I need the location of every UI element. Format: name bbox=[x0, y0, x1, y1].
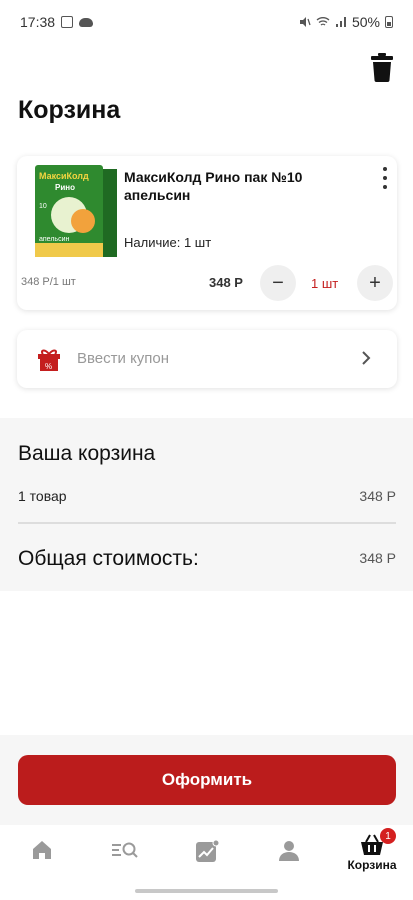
checkout-panel: Оформить bbox=[0, 735, 413, 825]
product-flavor: апельсин bbox=[39, 236, 69, 243]
summary-title: Ваша корзина bbox=[18, 442, 156, 465]
chevron-right-icon bbox=[362, 351, 371, 365]
product-pack-count: 10 bbox=[39, 203, 47, 210]
battery-icon bbox=[385, 16, 393, 28]
unit-price: 348 Р/1 шт bbox=[21, 276, 76, 288]
trash-icon[interactable] bbox=[369, 52, 395, 82]
decrease-quantity-button[interactable]: − bbox=[260, 265, 296, 301]
line-price: 348 Р bbox=[209, 275, 243, 290]
gift-icon: % bbox=[38, 349, 60, 371]
status-time: 17:38 bbox=[20, 14, 56, 30]
coupon-button[interactable]: % Ввести купон bbox=[17, 330, 397, 388]
checkout-button[interactable]: Оформить bbox=[18, 755, 396, 805]
wifi-icon bbox=[316, 17, 330, 26]
mute-icon bbox=[299, 17, 311, 27]
product-image: МаксиКолд Рино 10 апельсин bbox=[35, 165, 117, 257]
home-icon bbox=[33, 841, 51, 859]
status-bar: 17:38 50% bbox=[0, 0, 413, 44]
summary-items-price: 348 Р bbox=[359, 488, 396, 504]
nav-cart-label: Корзина bbox=[347, 858, 397, 872]
page-title: Корзина bbox=[18, 96, 121, 124]
increase-quantity-button[interactable]: + bbox=[357, 265, 393, 301]
home-indicator[interactable] bbox=[135, 889, 278, 893]
summary-divider bbox=[18, 522, 396, 524]
product-sub: Рино bbox=[55, 183, 75, 192]
signal-icon bbox=[335, 17, 346, 27]
bottom-nav: 1 Корзина bbox=[0, 825, 413, 885]
svg-text:%: % bbox=[45, 362, 52, 371]
quantity-value: 1 шт bbox=[311, 276, 339, 291]
battery-percent: 50% bbox=[351, 14, 380, 30]
catalog-search-icon bbox=[112, 842, 138, 858]
cart-summary: Ваша корзина 1 товар 348 Р Общая стоимос… bbox=[0, 418, 413, 591]
product-name[interactable]: МаксиКолд Рино пак №10 апельсин bbox=[124, 168, 354, 204]
product-stock: Наличие: 1 шт bbox=[124, 235, 212, 250]
nav-cart[interactable]: 1 Корзина bbox=[337, 828, 407, 873]
trend-icon bbox=[196, 839, 220, 862]
product-brand: МаксиКолд bbox=[39, 171, 89, 181]
total-label: Общая стоимость: bbox=[18, 547, 199, 570]
cart-item-card[interactable]: МаксиКолд Рино 10 апельсин МаксиКолд Рин… bbox=[17, 156, 397, 310]
more-options-icon[interactable] bbox=[379, 164, 391, 192]
nav-trend[interactable] bbox=[177, 839, 237, 879]
total-price: 348 Р bbox=[359, 550, 396, 566]
cloud-icon bbox=[79, 17, 94, 27]
gallery-icon bbox=[61, 16, 74, 28]
profile-icon bbox=[279, 841, 299, 861]
cart-badge: 1 bbox=[380, 828, 396, 844]
nav-catalog[interactable] bbox=[95, 839, 155, 879]
nav-home[interactable] bbox=[12, 839, 72, 879]
summary-items-count: 1 товар bbox=[18, 488, 67, 504]
coupon-label: Ввести купон bbox=[77, 350, 170, 367]
nav-profile[interactable] bbox=[259, 839, 319, 879]
